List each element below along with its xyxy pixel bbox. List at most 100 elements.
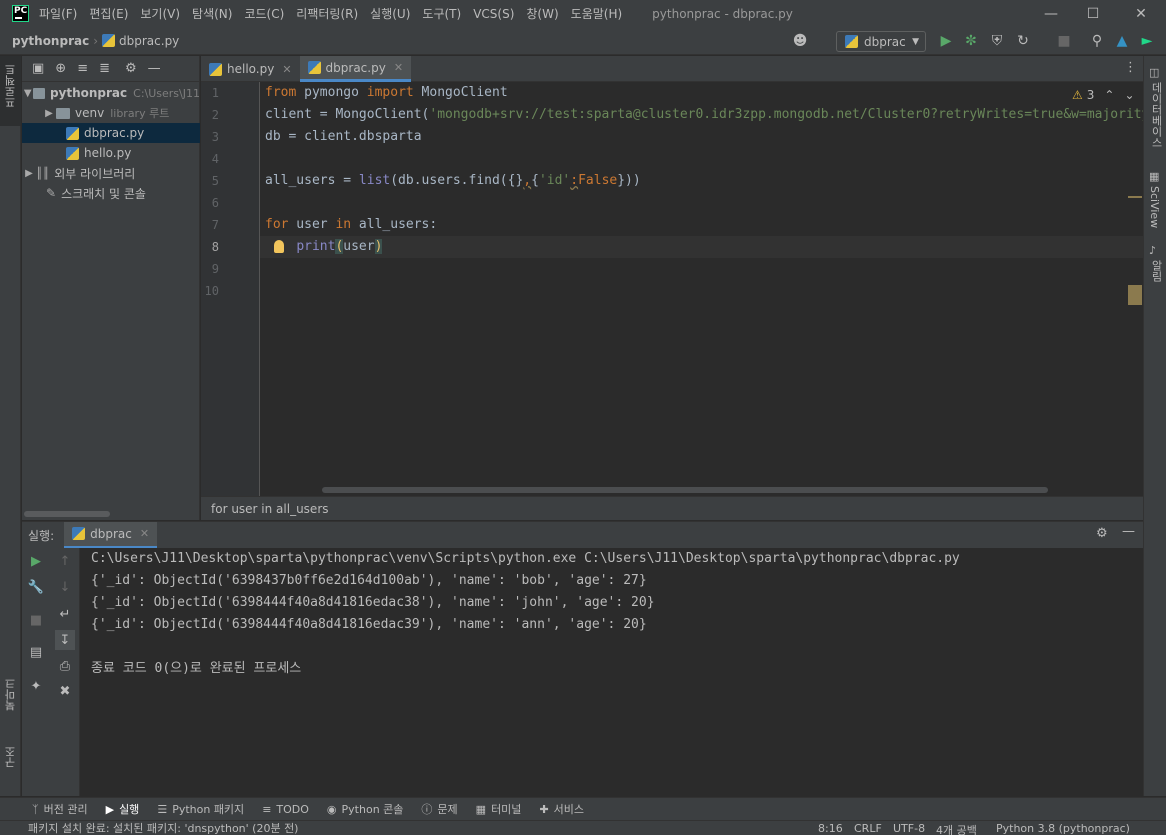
wrench-icon[interactable]: 🔧 bbox=[26, 577, 46, 597]
notifications-tool-label[interactable]: 알림 bbox=[1148, 260, 1164, 282]
menu-code[interactable]: 코드(C) bbox=[244, 5, 284, 22]
tree-item-scratches[interactable]: ✎ 스크래치 및 콘솔 bbox=[22, 183, 200, 203]
stop-icon[interactable]: ■ bbox=[1054, 31, 1074, 51]
code-line-1[interactable]: from pymongo import MongoClient bbox=[265, 82, 508, 104]
run-icon[interactable]: ▶ bbox=[936, 31, 956, 51]
code-breadcrumb-label[interactable]: for user in all_users bbox=[211, 502, 329, 516]
branch-icon: ᛉ bbox=[32, 802, 39, 816]
warning-icon: ⚠ bbox=[1072, 88, 1083, 102]
maximize-icon[interactable]: ☐ bbox=[1070, 0, 1116, 27]
panel-layout-icon[interactable]: ▣ bbox=[32, 61, 44, 76]
error-stripe-marker[interactable] bbox=[1128, 285, 1142, 305]
close-icon[interactable]: ✕ bbox=[282, 63, 291, 76]
close-window-icon[interactable]: ✕ bbox=[1118, 0, 1164, 27]
bookmarks-tool-label[interactable]: 북마크 bbox=[3, 678, 19, 711]
database-tool-label[interactable]: 데이터베이스 bbox=[1148, 82, 1164, 148]
project-tool-label[interactable]: 프로젝트 bbox=[3, 64, 19, 108]
python-interpreter[interactable]: Python 3.8 (pythonprac) bbox=[996, 822, 1130, 835]
tab-label: dbprac.py bbox=[325, 60, 386, 75]
code-line-8[interactable]: print(user) bbox=[265, 236, 383, 258]
tool-terminal[interactable]: ▦ 터미널 bbox=[476, 801, 522, 817]
tool-todo[interactable]: ≡ TODO bbox=[262, 803, 309, 816]
update-icon[interactable]: ▲ bbox=[1112, 31, 1132, 51]
menu-navigate[interactable]: 탐색(N) bbox=[192, 5, 232, 22]
menu-file[interactable]: 파일(F) bbox=[39, 5, 77, 22]
gear-icon[interactable]: ⚙ bbox=[1096, 526, 1108, 541]
collapse-all-icon[interactable]: ≣ bbox=[99, 61, 110, 76]
menu-view[interactable]: 보기(V) bbox=[140, 5, 180, 22]
line-separator[interactable]: CRLF bbox=[854, 822, 882, 835]
more-tabs-icon[interactable]: ⋮ bbox=[1124, 60, 1137, 75]
code-line-5[interactable]: all_users = list(db.users.find({},{'id':… bbox=[265, 170, 641, 192]
minimize-icon[interactable]: — bbox=[1028, 0, 1074, 27]
status-message[interactable]: 패키지 설치 완료: 설치된 패키지: 'dnspython' (20분 전) bbox=[28, 820, 298, 835]
code-line-7[interactable]: for user in all_users: bbox=[265, 214, 437, 236]
user-icon[interactable]: ☻ bbox=[790, 31, 810, 51]
menu-vcs[interactable]: VCS(S) bbox=[473, 7, 514, 21]
tree-item-venv[interactable]: ▶ venv library 루트 bbox=[22, 103, 200, 123]
close-icon[interactable]: ✕ bbox=[140, 527, 149, 540]
code-line-2[interactable]: client = MongoClient('mongodb+srv://test… bbox=[265, 104, 1143, 126]
menu-run[interactable]: 실행(U) bbox=[370, 5, 410, 22]
structure-tool-label[interactable]: 구조 bbox=[3, 746, 19, 768]
inspection-widget[interactable]: ⚠ 3 ⌃ ⌄ bbox=[1072, 88, 1135, 102]
scroll-down-icon[interactable]: ↓ bbox=[55, 577, 75, 597]
print-icon[interactable]: ⎙ bbox=[55, 656, 75, 676]
tab-dbprac-py[interactable]: dbprac.py ✕ bbox=[299, 56, 412, 82]
tree-item-hello[interactable]: hello.py bbox=[22, 143, 200, 163]
scroll-to-end-icon[interactable]: ↧ bbox=[55, 630, 75, 650]
indent-setting[interactable]: 4개 공백 bbox=[936, 822, 977, 835]
tool-problems[interactable]: ⓘ 문제 bbox=[421, 801, 457, 817]
breadcrumb-project[interactable]: pythonprac bbox=[12, 34, 89, 48]
trash-icon[interactable]: ✖ bbox=[55, 681, 75, 701]
menu-edit[interactable]: 편집(E) bbox=[89, 5, 128, 22]
locate-icon[interactable]: ⊕ bbox=[55, 61, 66, 76]
tool-run[interactable]: ▶ 실행 bbox=[106, 801, 140, 817]
menu-tools[interactable]: 도구(T) bbox=[422, 5, 461, 22]
tool-services[interactable]: ✚ 서비스 bbox=[539, 801, 584, 817]
hide-panel-icon[interactable]: — bbox=[148, 61, 161, 76]
search-icon[interactable]: ⚲ bbox=[1087, 31, 1107, 51]
soft-wrap-icon[interactable]: ↵ bbox=[55, 604, 75, 624]
chevron-up-icon[interactable]: ⌃ bbox=[1104, 88, 1114, 102]
expand-all-icon[interactable]: ≡ bbox=[77, 61, 88, 76]
caret-position[interactable]: 8:16 bbox=[818, 822, 843, 835]
chevron-down-icon[interactable]: ⌄ bbox=[1124, 88, 1134, 102]
tree-item-dbprac[interactable]: dbprac.py bbox=[22, 123, 200, 143]
debug-icon[interactable]: ✼ bbox=[961, 31, 981, 51]
menu-help[interactable]: 도움말(H) bbox=[571, 5, 623, 22]
tool-python-packages[interactable]: ☰ Python 패키지 bbox=[157, 801, 244, 817]
run-tab-dbprac[interactable]: dbprac ✕ bbox=[64, 521, 158, 549]
file-encoding[interactable]: UTF-8 bbox=[893, 822, 925, 835]
menu-window[interactable]: 창(W) bbox=[526, 5, 558, 22]
sciview-icon: ▦ bbox=[1149, 170, 1160, 183]
project-horizontal-scrollbar[interactable] bbox=[24, 511, 110, 517]
layout-icon[interactable]: ▤ bbox=[26, 642, 46, 662]
stop-icon[interactable]: ■ bbox=[26, 610, 46, 630]
code-breadcrumb[interactable]: for user in all_users bbox=[201, 496, 1143, 520]
code-line-3[interactable]: db = client.dbsparta bbox=[265, 126, 422, 148]
pin-icon[interactable]: ✦ bbox=[26, 676, 46, 696]
coverage-icon[interactable]: ⛨ bbox=[987, 31, 1007, 51]
rerun-icon[interactable]: ▶ bbox=[26, 551, 46, 571]
scroll-up-icon[interactable]: ↑ bbox=[55, 551, 75, 571]
breadcrumb-file[interactable]: dbprac.py bbox=[119, 34, 179, 48]
menu-refactor[interactable]: 리팩터링(R) bbox=[296, 5, 358, 22]
run-config-select[interactable]: dbprac ▼ bbox=[836, 31, 926, 52]
jetbrains-icon[interactable]: ► bbox=[1137, 31, 1157, 51]
close-icon[interactable]: ✕ bbox=[394, 61, 403, 74]
editor-horizontal-scrollbar[interactable] bbox=[322, 487, 1048, 493]
chevron-right-icon: ▶ bbox=[45, 107, 53, 119]
code-editor[interactable]: from pymongo import MongoClient client =… bbox=[260, 82, 1143, 496]
tab-hello-py[interactable]: hello.py ✕ bbox=[201, 56, 300, 82]
sciview-tool-label[interactable]: SciView bbox=[1148, 186, 1161, 228]
profile-icon[interactable]: ↻ bbox=[1013, 31, 1033, 51]
console-output[interactable]: C:\Users\J11\Desktop\sparta\pythonprac\v… bbox=[80, 548, 1143, 796]
hide-panel-icon[interactable]: — bbox=[1122, 524, 1135, 539]
tool-version-control[interactable]: ᛉ 버전 관리 bbox=[32, 801, 88, 817]
gear-icon[interactable]: ⚙ bbox=[125, 61, 137, 76]
tree-item-external-libraries[interactable]: ▶ ║║ 외부 라이브러리 bbox=[22, 163, 200, 183]
tool-python-console[interactable]: ◉ Python 콘솔 bbox=[327, 801, 403, 817]
error-stripe-marker[interactable] bbox=[1128, 196, 1142, 198]
tree-item-project-root[interactable]: ▼ pythonprac C:\Users\J11 bbox=[22, 83, 200, 103]
